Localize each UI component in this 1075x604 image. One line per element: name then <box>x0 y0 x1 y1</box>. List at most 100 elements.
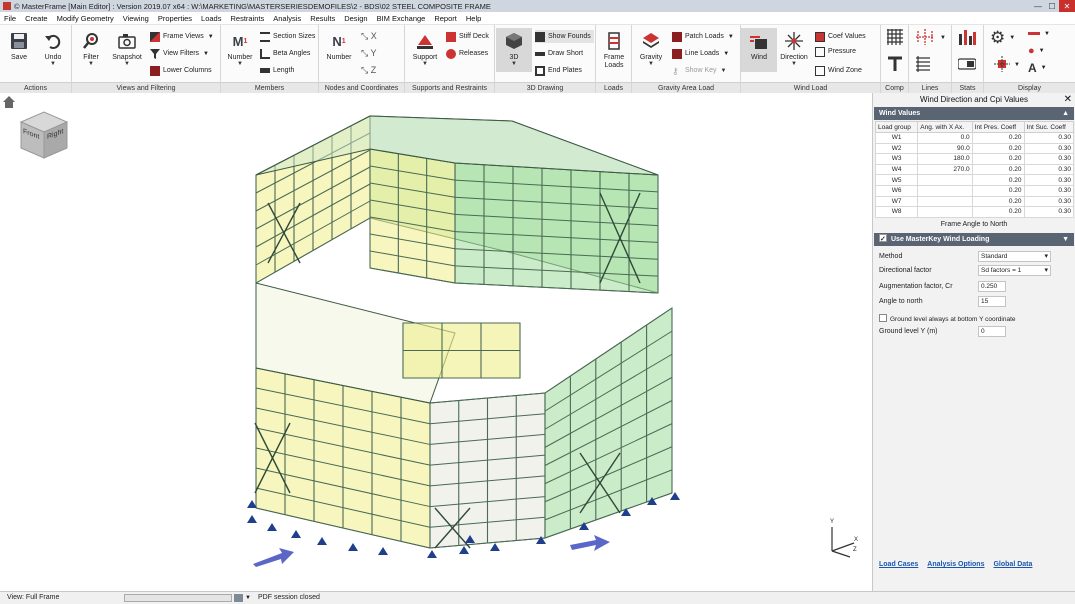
wind-table-cell[interactable]: W3 <box>874 153 919 165</box>
directional-factor-select[interactable]: Sd factors = 1 <box>978 264 1051 276</box>
stiff-deck-button[interactable]: Stiff Deck <box>446 30 489 43</box>
method-select[interactable]: Standard <box>978 250 1051 262</box>
wind-table-cell[interactable] <box>917 184 973 197</box>
stats-toggle-button[interactable] <box>957 57 977 71</box>
gravity-button[interactable]: Gravity ▼ <box>633 31 669 67</box>
menu-loads[interactable]: Loads <box>201 14 221 23</box>
wind-table-cell[interactable]: W7 <box>874 195 919 208</box>
stats-chart-button[interactable] <box>958 29 976 45</box>
menu-viewing[interactable]: Viewing <box>123 14 149 23</box>
filter-button[interactable]: Filter ▼ <box>73 31 109 67</box>
ground-level-checkbox[interactable] <box>879 313 887 322</box>
patch-loads-button[interactable]: Patch Loads ▼ <box>672 30 734 43</box>
save-button[interactable]: Save <box>1 31 37 61</box>
angle-north-input[interactable]: 15 <box>978 295 1006 307</box>
lines-list-button[interactable] <box>914 55 932 72</box>
menu-modify-geometry[interactable]: Modify Geometry <box>57 14 114 23</box>
wind-table-cell[interactable] <box>917 174 973 186</box>
menu-results[interactable]: Results <box>310 14 335 23</box>
end-plates-button[interactable]: End Plates <box>535 64 582 77</box>
undo-button[interactable]: Undo ▼ <box>35 31 71 67</box>
beta-angles-button[interactable]: Beta Angles <box>260 47 310 60</box>
wind-table-cell[interactable]: 0.30 <box>1023 142 1075 155</box>
wind-table-row[interactable]: W8 0.20 0.30 <box>874 206 1075 218</box>
line-loads-button[interactable]: Line Loads ▼ <box>672 47 729 60</box>
support-button[interactable]: Support ▼ <box>407 31 443 67</box>
augmentation-input[interactable]: 0.250 <box>978 280 1006 292</box>
analysis-options-link[interactable]: Analysis Options <box>927 561 984 568</box>
direction-button[interactable]: Direction ▼ <box>776 31 812 67</box>
wind-table-row[interactable]: W6 0.20 0.30 <box>874 184 1075 197</box>
wind-table-row[interactable]: W1 0.0 0.20 0.30 <box>874 132 1075 144</box>
wind-table-cell[interactable]: 0.20 <box>971 184 1025 197</box>
frame-loads-button[interactable]: Frame Loads <box>596 31 632 70</box>
wind-table-cell[interactable]: W5 <box>874 174 919 186</box>
coef-values-button[interactable]: Coef Values <box>815 30 866 43</box>
wind-table-cell[interactable]: W6 <box>874 184 919 197</box>
wind-table-cell[interactable]: W8 <box>874 206 919 218</box>
section-sizes-button[interactable]: Section Sizes <box>260 30 315 43</box>
ground-level-input[interactable]: 0 <box>978 325 1006 337</box>
snapshot-button[interactable]: Snapshot ▼ <box>109 31 145 67</box>
3d-viewport[interactable]: Front Right Y X Z <box>0 93 872 591</box>
comp-tee-button[interactable] <box>887 56 903 71</box>
display-font-button[interactable]: A ▼ <box>1028 61 1047 75</box>
wind-values-header[interactable]: Wind Values ▲ <box>874 107 1074 120</box>
wind-table-row[interactable]: W7 0.20 0.30 <box>874 195 1075 208</box>
3d-button[interactable]: 3D ▼ <box>496 28 532 72</box>
wind-table-cell[interactable]: 0.0 <box>917 132 973 144</box>
wind-table-cell[interactable]: 0.20 <box>971 153 1025 165</box>
display-node-button[interactable]: ▼ <box>994 55 1020 72</box>
member-number-button[interactable]: M1 Number ▼ <box>222 31 258 68</box>
wind-table-cell[interactable]: 0.20 <box>971 142 1025 155</box>
wind-table-cell[interactable]: 0.20 <box>971 206 1025 218</box>
panel-close-button[interactable]: ✕ <box>1064 93 1072 107</box>
masterkey-header[interactable]: Use MasterKey Wind Loading▼ <box>874 232 1074 246</box>
wind-table-cell[interactable]: 0.20 <box>971 132 1025 144</box>
node-x-coordinate-button[interactable]: ⤡ X <box>361 30 377 43</box>
wind-table-cell[interactable]: 0.30 <box>1023 153 1075 165</box>
wind-table-cell[interactable]: W2 <box>874 142 919 155</box>
close-window-button[interactable]: ✕ <box>1059 0 1075 12</box>
minimize-button[interactable]: — <box>1031 0 1045 12</box>
chevron-down-icon[interactable]: ▼ <box>245 592 251 604</box>
length-button[interactable]: Length <box>260 64 294 77</box>
wind-table-cell[interactable]: 0.20 <box>971 174 1025 186</box>
lines-grid-button[interactable]: ▼ <box>914 28 946 45</box>
wind-table-row[interactable]: W5 0.20 0.30 <box>874 174 1075 186</box>
wind-table-cell[interactable]: 0.30 <box>1023 195 1075 208</box>
load-cases-link[interactable]: Load Cases <box>879 561 918 568</box>
menu-analysis[interactable]: Analysis <box>273 14 301 23</box>
display-colour-button[interactable]: ● ▼ <box>1028 44 1045 57</box>
menu-file[interactable]: File <box>4 14 16 23</box>
wind-table-cell[interactable]: 0.20 <box>971 195 1025 208</box>
wind-zone-button[interactable]: Wind Zone <box>815 64 862 77</box>
menu-report[interactable]: Report <box>434 14 457 23</box>
view-filters-button[interactable]: View Filters ▼ <box>150 47 209 60</box>
display-settings-button[interactable]: ⚙ ▼ <box>990 29 1015 46</box>
node-z-coordinate-button[interactable]: ⤡ Z <box>361 64 376 77</box>
wind-table-cell[interactable]: W1 <box>874 132 919 144</box>
wind-table-cell[interactable]: 0.20 <box>971 163 1025 176</box>
draw-short-button[interactable]: Draw Short <box>535 47 583 60</box>
wind-table-cell[interactable]: 90.0 <box>917 142 973 155</box>
menu-restraints[interactable]: Restraints <box>230 14 264 23</box>
wind-table-row[interactable]: W4 270.0 0.20 0.30 <box>874 163 1075 176</box>
wind-table-cell[interactable] <box>917 206 973 218</box>
node-number-button[interactable]: N1 Number <box>321 31 357 62</box>
menu-help[interactable]: Help <box>466 14 481 23</box>
structure-model[interactable] <box>0 93 872 591</box>
menu-create[interactable]: Create <box>25 14 48 23</box>
node-y-coordinate-button[interactable]: ⤡ Y <box>361 47 377 60</box>
show-key-button[interactable]: ⚷ Show Key ▼ <box>672 64 726 77</box>
wind-table-cell[interactable]: 0.30 <box>1023 174 1075 186</box>
wind-table-cell[interactable]: 0.30 <box>1023 206 1075 218</box>
show-founds-button[interactable]: Show Founds <box>535 30 594 43</box>
lower-columns-button[interactable]: Lower Columns <box>150 64 212 77</box>
releases-button[interactable]: Releases <box>446 47 488 60</box>
global-data-link[interactable]: Global Data <box>993 561 1032 568</box>
masterkey-checkbox[interactable] <box>879 233 887 246</box>
wind-table-cell[interactable]: 180.0 <box>917 153 973 165</box>
menu-bim-exchange[interactable]: BIM Exchange <box>377 14 426 23</box>
pressure-button[interactable]: Pressure <box>815 45 856 58</box>
